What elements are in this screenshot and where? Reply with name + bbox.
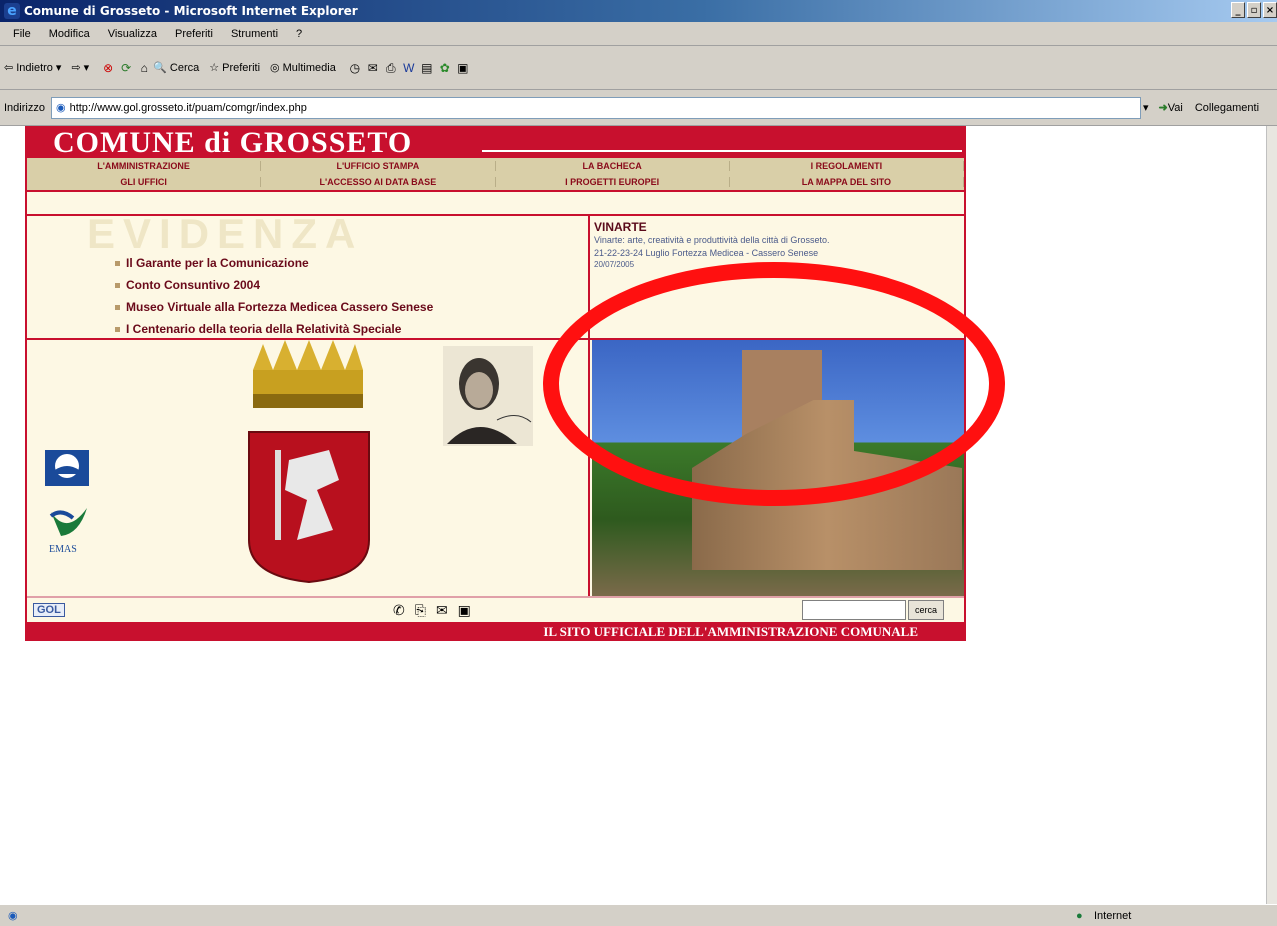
evidenza-link[interactable]: Il Garante per la Comunicazione — [115, 256, 433, 270]
crown-icon — [253, 340, 363, 408]
page-status-icon: ◉ — [8, 910, 18, 922]
news-text[interactable]: Vinarte: arte, creatività e produttività… — [594, 234, 960, 247]
emas-logo — [49, 508, 87, 536]
history-icon[interactable]: ◷ — [346, 59, 364, 77]
evidenza-panel: EVIDENZA Il Garante per la Comunicazione… — [27, 210, 590, 340]
calendar-icon[interactable]: ▣ — [458, 602, 471, 619]
menu-help[interactable]: ? — [296, 28, 302, 40]
emas-label: EMAS — [49, 544, 77, 555]
back-button[interactable]: ⇦ Indietro ▾ — [4, 61, 62, 75]
menu-preferiti[interactable]: Preferiti — [175, 28, 213, 40]
internet-zone-label: Internet — [1094, 909, 1132, 922]
discuss-icon[interactable]: ▤ — [418, 59, 436, 77]
messenger-icon[interactable]: ✿ — [436, 59, 454, 77]
nav-data-base[interactable]: L'ACCESSO AI DATA BASE — [261, 177, 496, 187]
star-icon: ☆ — [209, 62, 220, 74]
print-icon[interactable]: ⎙ — [382, 59, 400, 77]
search-button[interactable]: 🔍 Cerca — [153, 61, 200, 75]
search-icon: 🔍 — [153, 62, 167, 74]
edit-icon[interactable]: W — [400, 59, 418, 77]
phone-icon[interactable]: ✆ — [393, 602, 405, 619]
home-icon[interactable]: ⌂ — [135, 59, 153, 77]
favorites-label: Preferiti — [222, 61, 261, 74]
menu-modifica[interactable]: Modifica — [49, 28, 90, 40]
search-label: Cerca — [169, 61, 200, 74]
forward-button[interactable]: ⇨ ▾ — [71, 61, 89, 74]
toolbar: ⇦ Indietro ▾ ⇨ ▾ ⊗ ⟳ ⌂ 🔍 Cerca ☆ Preferiti ◎ M… — [0, 46, 1277, 90]
emblems-art: EMAS — [45, 340, 533, 584]
nav-ufficio-stampa[interactable]: L'UFFICIO STAMPA — [261, 161, 496, 171]
go-icon[interactable]: ➜ — [1159, 101, 1168, 114]
address-dropdown-icon[interactable]: ▾ — [1143, 101, 1149, 114]
nav-amministrazione[interactable]: L'AMMINISTRAZIONE — [27, 161, 262, 171]
title-bar: e Comune di Grosseto - Microsoft Interne… — [0, 0, 1277, 22]
menu-strumenti[interactable]: Strumenti — [231, 28, 278, 40]
menu-file[interactable]: File — [13, 28, 31, 40]
site-search-input[interactable] — [802, 600, 906, 620]
toolbar-extra-icon[interactable]: ▣ — [454, 59, 472, 77]
nav-uffici[interactable]: GLI UFFICI — [27, 177, 262, 187]
site-search-button[interactable]: cerca — [908, 600, 945, 620]
media-label: Multimedia — [282, 61, 336, 74]
einstein-portrait — [443, 346, 533, 446]
highlight-circle — [543, 262, 1005, 506]
ie-icon: e — [4, 3, 20, 19]
internet-zone-icon: ● — [1076, 909, 1083, 922]
footer-icons: ✆ ⎘ ✉ ▣ — [393, 602, 471, 619]
header-rule — [482, 150, 962, 152]
maximize-button[interactable]: ▫ — [1247, 2, 1261, 18]
nav-mappa-sito[interactable]: LA MAPPA DEL SITO — [730, 177, 964, 187]
blue-flag-icon — [45, 450, 89, 486]
news-text[interactable]: 21-22-23-24 Luglio Fortezza Medicea - Ca… — [594, 247, 960, 260]
nav-regolamenti[interactable]: I REGOLAMENTI — [730, 161, 964, 171]
site-search: cerca — [802, 600, 945, 620]
refresh-icon[interactable]: ⟳ — [117, 59, 135, 77]
evidenza-link[interactable]: I Centenario della teoria della Relativi… — [115, 322, 433, 336]
vertical-scrollbar[interactable] — [1266, 126, 1277, 904]
evidenza-list: Il Garante per la Comunicazione Conto Co… — [115, 256, 433, 344]
nav-bacheca[interactable]: LA BACHECA — [496, 161, 730, 171]
window-title: Comune di Grosseto - Microsoft Internet … — [24, 4, 358, 18]
menu-visualizza[interactable]: Visualizza — [108, 28, 157, 40]
links-button[interactable]: Collegamenti — [1195, 102, 1259, 114]
emblems-panel: EMAS — [27, 340, 590, 596]
evidenza-watermark: EVIDENZA — [87, 210, 364, 257]
footer-band: IL SITO UFFICIALE DELL'AMMINISTRAZIONE C… — [27, 622, 964, 641]
go-button[interactable]: Vai — [1168, 102, 1183, 114]
news-title[interactable]: VINARTE — [594, 220, 960, 234]
page-icon: ◉ — [55, 102, 66, 114]
window-controls: _ ▫ × — [1231, 2, 1277, 18]
chevron-down-icon: ▾ — [55, 62, 62, 74]
media-icon: ◎ — [270, 62, 280, 74]
book-icon[interactable]: ⎘ — [415, 602, 426, 619]
evidenza-link[interactable]: Conto Consuntivo 2004 — [115, 278, 433, 292]
status-bar: ◉ ● Internet — [0, 904, 1277, 926]
back-arrow-icon: ⇦ — [4, 62, 14, 74]
address-label: Indirizzo — [4, 101, 45, 114]
mail-icon[interactable]: ✉ — [436, 602, 448, 619]
site-footer: GOL ✆ ⎘ ✉ ▣ cerca — [27, 596, 964, 622]
minimize-button[interactable]: _ — [1231, 2, 1245, 18]
back-label: Indietro — [16, 61, 53, 74]
menu-bar: File Modifica Visualizza Preferiti Strum… — [0, 22, 1277, 46]
close-button[interactable]: × — [1263, 2, 1277, 18]
site-header: COMUNE di GROSSETO — [27, 128, 964, 158]
chevron-down-icon: ▾ — [83, 62, 90, 74]
coat-of-arms-icon — [248, 431, 370, 584]
favorites-button[interactable]: ☆ Preferiti — [209, 61, 261, 75]
forward-arrow-icon: ⇨ — [71, 62, 81, 74]
nav-progetti-europei[interactable]: I PROGETTI EUROPEI — [496, 177, 730, 187]
evidenza-link[interactable]: Museo Virtuale alla Fortezza Medicea Cas… — [115, 300, 433, 314]
address-url: http://www.gol.grosseto.it/puam/comgr/in… — [69, 101, 307, 114]
site-nav: L'AMMINISTRAZIONE L'UFFICIO STAMPA LA BA… — [27, 158, 964, 192]
media-button[interactable]: ◎ Multimedia — [270, 61, 336, 75]
browser-content: COMUNE di GROSSETO L'AMMINISTRAZIONE L'U… — [0, 126, 1266, 904]
address-input[interactable]: ◉ http://www.gol.grosseto.it/puam/comgr/… — [50, 96, 1141, 119]
site-title: COMUNE di GROSSETO — [53, 126, 413, 159]
stop-icon[interactable]: ⊗ — [99, 59, 117, 77]
mail-icon[interactable]: ✉ — [364, 59, 382, 77]
gol-logo[interactable]: GOL — [33, 603, 65, 617]
address-bar: Indirizzo ◉ http://www.gol.grosseto.it/p… — [0, 90, 1277, 126]
